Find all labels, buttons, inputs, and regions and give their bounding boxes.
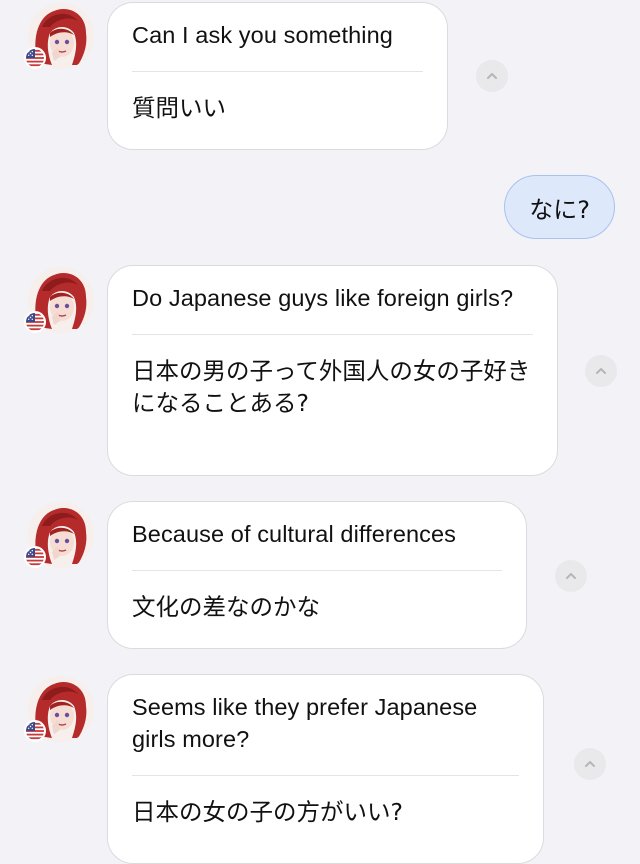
message-original-text: Seems like they prefer Japanese girls mo… [132, 694, 478, 752]
received-message-bubble[interactable]: Can I ask you something 質問いい [107, 2, 448, 150]
collapse-translation-button[interactable] [574, 748, 606, 780]
chevron-up-icon [564, 569, 578, 583]
message-original-text: Do Japanese guys like foreign girls? [132, 285, 514, 311]
message-translation-text: 文化の差なのかな [132, 593, 320, 621]
received-message-bubble[interactable]: Seems like they prefer Japanese girls mo… [107, 674, 544, 864]
chevron-up-icon [594, 364, 608, 378]
chevron-up-icon [583, 757, 597, 771]
collapse-translation-button[interactable] [476, 60, 508, 92]
sent-message-text: なに? [529, 195, 590, 224]
collapse-translation-button[interactable] [555, 560, 587, 592]
us-flag-icon [24, 311, 46, 333]
message-translation-text: 日本の男の子って外国人の女の子好きになることある? [132, 357, 531, 417]
us-flag-icon [24, 47, 46, 69]
us-flag-icon [24, 720, 46, 742]
message-translation-text: 質問いい [132, 94, 226, 122]
message-translation-text: 日本の女の子の方がいい? [132, 798, 403, 826]
message-original-text: Because of cultural differences [132, 521, 457, 547]
received-message-bubble[interactable]: Because of cultural differences 文化の差なのかな [107, 501, 527, 649]
message-original-text: Can I ask you something [132, 22, 393, 48]
sent-message-bubble[interactable]: なに? [504, 175, 615, 239]
chevron-up-icon [485, 69, 499, 83]
us-flag-icon [24, 546, 46, 568]
received-message-bubble[interactable]: Do Japanese guys like foreign girls? 日本の… [107, 265, 558, 476]
collapse-translation-button[interactable] [585, 355, 617, 387]
